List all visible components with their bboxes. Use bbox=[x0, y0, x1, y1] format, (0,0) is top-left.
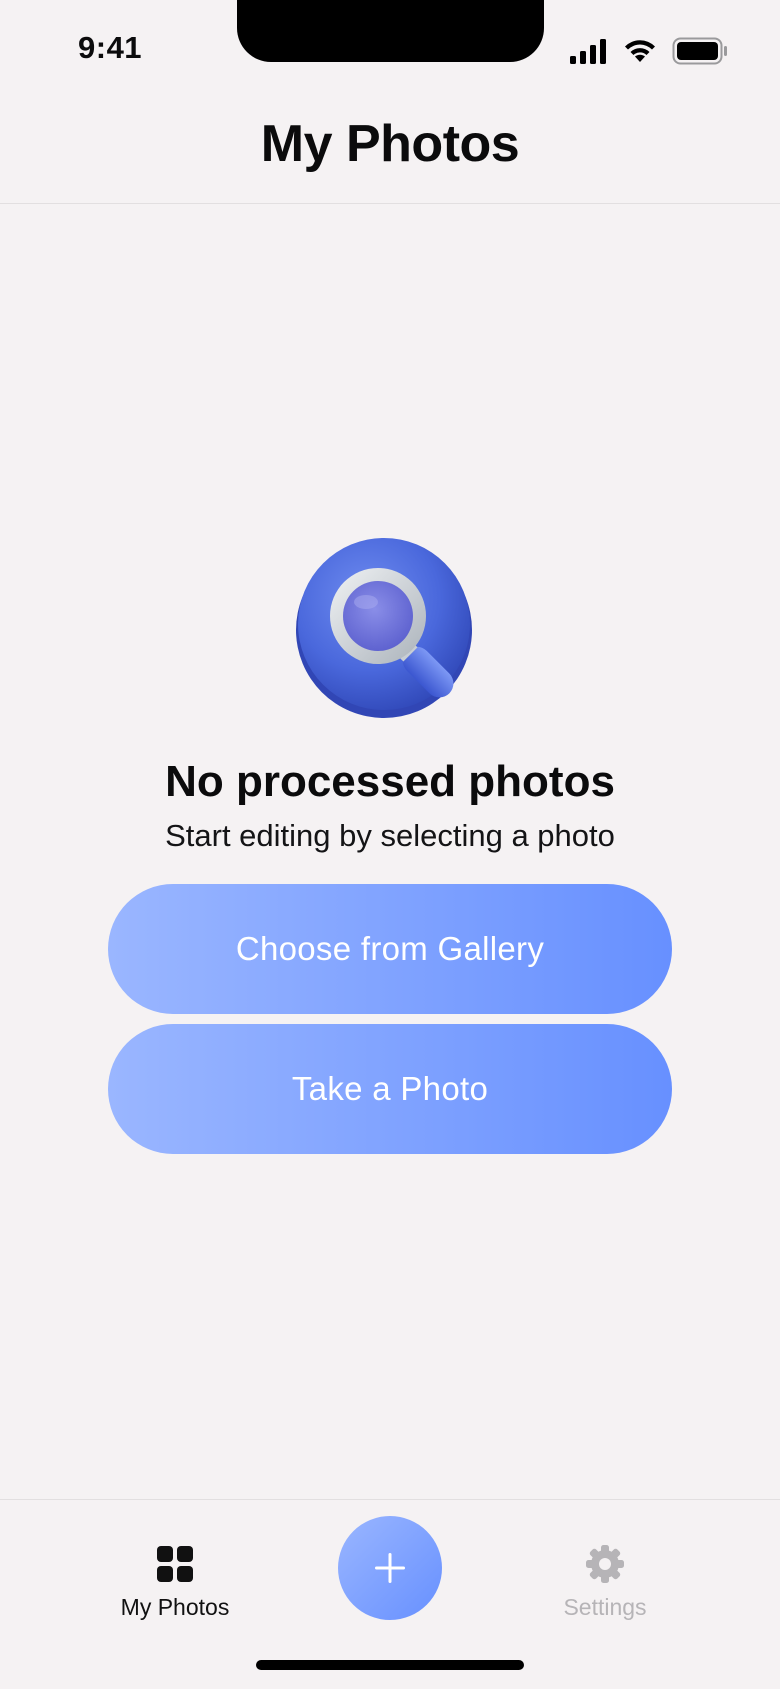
tab-my-photos[interactable]: My Photos bbox=[75, 1544, 275, 1621]
tab-my-photos-label: My Photos bbox=[120, 1594, 230, 1620]
gear-icon bbox=[586, 1545, 624, 1583]
wifi-icon bbox=[625, 40, 655, 62]
magnifying-glass-icon bbox=[296, 538, 472, 718]
home-indicator bbox=[256, 1660, 524, 1670]
tab-settings-label: Settings bbox=[563, 1594, 647, 1620]
status-icons bbox=[570, 36, 728, 66]
plus-icon bbox=[375, 1553, 405, 1583]
grid-icon bbox=[157, 1546, 193, 1582]
status-time: 9:41 bbox=[78, 30, 143, 65]
cellular-signal-icon bbox=[570, 39, 606, 64]
choose-from-gallery-button[interactable]: Choose from Gallery bbox=[108, 884, 672, 1014]
choose-from-gallery-label: Choose from Gallery bbox=[235, 930, 545, 967]
empty-state-subtitle: Start editing by selecting a photo bbox=[165, 818, 615, 853]
add-photo-button[interactable] bbox=[338, 1516, 442, 1620]
take-a-photo-button[interactable]: Take a Photo bbox=[108, 1024, 672, 1154]
take-a-photo-label: Take a Photo bbox=[291, 1070, 489, 1107]
status-bar: 9:41 bbox=[0, 0, 780, 100]
tab-settings[interactable]: Settings bbox=[505, 1544, 705, 1621]
empty-state-title: No processed photos bbox=[165, 757, 615, 806]
battery-icon bbox=[672, 37, 727, 65]
header: My Photos bbox=[0, 100, 780, 204]
page-title: My Photos bbox=[260, 115, 520, 173]
notch bbox=[237, 0, 544, 62]
